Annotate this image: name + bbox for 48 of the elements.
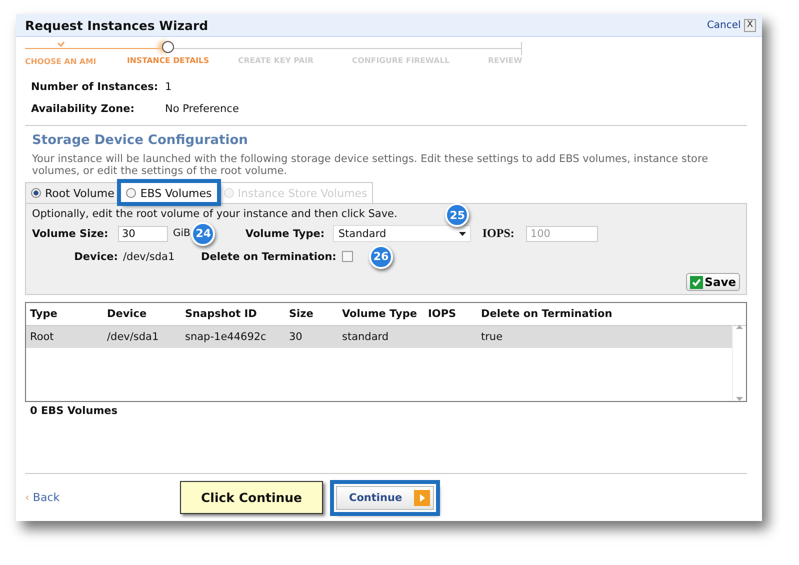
field-label: IOPS:: [482, 226, 516, 241]
close-button[interactable]: X: [744, 18, 756, 32]
step-number-badge: 24: [191, 222, 216, 246]
scroll-up-icon[interactable]: [736, 325, 743, 329]
column-header: Type: [30, 308, 58, 320]
checkmark-icon: [690, 276, 703, 288]
field-label: Volume Type:: [245, 228, 326, 240]
hint-text: Optionally, edit the root volume of your instance and then click Save.: [32, 208, 398, 220]
unit-label: GiB: [173, 228, 190, 239]
table-row[interactable]: Root /dev/sda1 snap-1e44692c 30 standard true: [26, 326, 732, 348]
scrollbar[interactable]: [732, 325, 746, 401]
volume-count: 0 EBS Volumes: [30, 405, 119, 417]
field-value: /dev/sda1: [123, 250, 176, 262]
column-header: IOPS: [428, 308, 458, 320]
column-header: Volume Type: [342, 308, 418, 320]
column-header: Device: [107, 308, 148, 320]
table-cell: /dev/sda1: [107, 331, 159, 343]
scroll-down-icon[interactable]: [736, 397, 743, 401]
table-cell: standard: [342, 331, 389, 343]
description-text: Your instance will be launched with the following storage device settings. Edit these settings to add EBS volumes, instance store volumes, or edit the settings of the root volume.: [32, 153, 710, 177]
tooltip: Click Continue: [180, 481, 324, 514]
table-cell: snap-1e44692c: [185, 331, 266, 343]
section-title: Storage Device Configuration: [32, 133, 249, 148]
table-cell: true: [481, 331, 503, 343]
radio-tab[interactable]: EBS Volumes: [120, 182, 218, 203]
step-number-badge: 26: [369, 244, 393, 268]
table-cell: Root: [30, 331, 54, 343]
field-label: Volume Size:: [32, 228, 110, 240]
field-label: Delete on Termination:: [201, 250, 338, 262]
volume-type-dropdown[interactable]: Standard: [333, 225, 472, 242]
table-cell: 30: [289, 331, 302, 343]
field-label: Device:: [73, 250, 118, 262]
field-label: Availability Zone:: [31, 103, 136, 115]
column-header: Snapshot ID: [185, 308, 258, 320]
field-label: Number of Instances:: [31, 81, 160, 93]
back-link[interactable]: ‹ Back: [25, 491, 180, 504]
column-header: Delete on Termination: [481, 308, 614, 320]
continue-button[interactable]: Continue: [336, 486, 434, 510]
step-number-badge: 25: [445, 203, 470, 227]
field-value: No Preference: [165, 103, 239, 115]
field-value: 1: [165, 81, 172, 93]
checkbox[interactable]: [342, 251, 353, 262]
caret-icon: [459, 232, 466, 236]
volume-size-field[interactable]: 30: [118, 226, 168, 242]
column-header: Size: [289, 308, 314, 320]
window-title: Request Instances Wizard: [25, 18, 208, 32]
cancel-link[interactable]: Cancel: [706, 20, 741, 30]
save-button[interactable]: Save: [686, 273, 740, 291]
